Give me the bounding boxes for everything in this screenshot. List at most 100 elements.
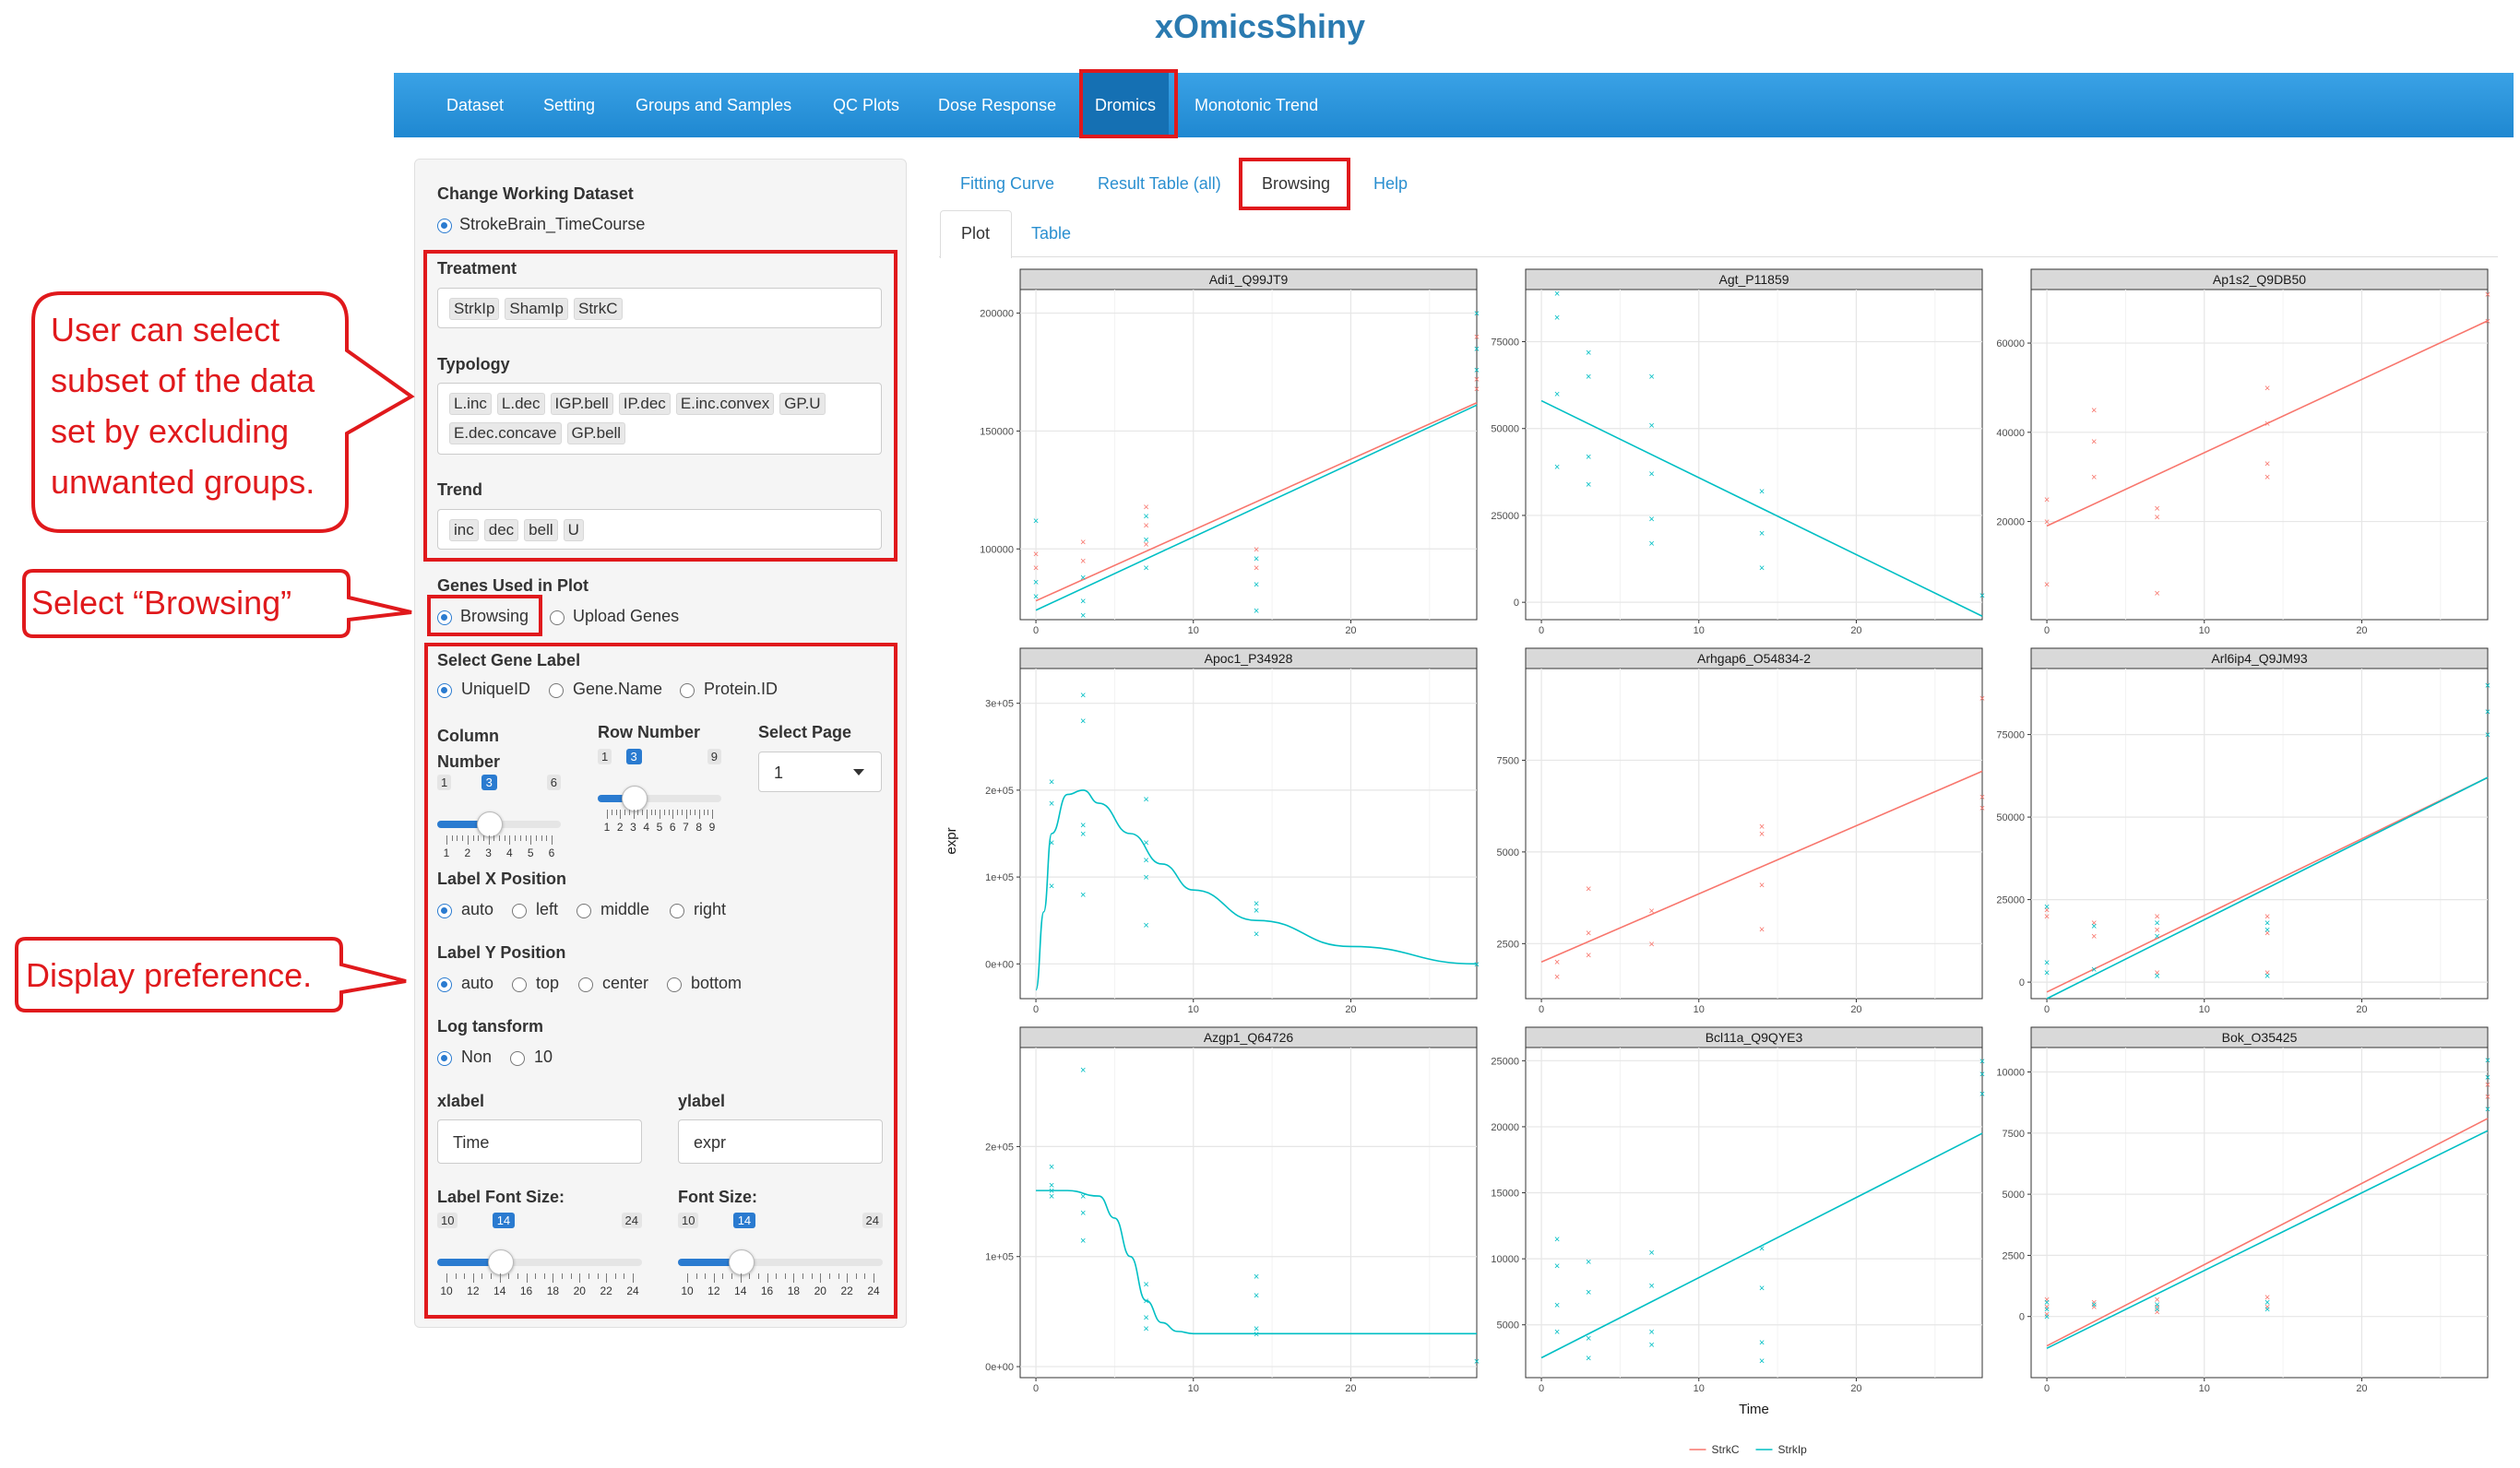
slider-tick-label: 14 — [734, 1284, 747, 1297]
y-tick-label: 25000 — [1491, 1056, 1519, 1067]
chip-typology-5[interactable]: GP.U — [779, 393, 826, 415]
data-point-strkip: × — [1080, 1191, 1086, 1202]
chip-typology-3[interactable]: IP.dec — [618, 393, 671, 415]
ylabel-label: ylabel — [678, 1092, 726, 1110]
chip-typology-6[interactable]: E.dec.concave — [449, 422, 562, 444]
nav-dataset[interactable]: Dataset — [446, 73, 504, 137]
data-point-strkip: × — [1648, 1248, 1654, 1259]
chip-treatment-0[interactable]: StrkIp — [449, 298, 500, 320]
slider-tick — [776, 1273, 778, 1279]
ylabel-value: expr — [694, 1133, 727, 1152]
slider-tick — [526, 1273, 528, 1283]
tab-result-table[interactable]: Result Table (all) — [1098, 174, 1221, 194]
data-point-strkc: × — [1254, 563, 1259, 574]
slider-tick — [543, 1273, 545, 1279]
upload-genes-radio[interactable] — [550, 610, 565, 625]
x-tick-label: 20 — [1345, 625, 1356, 636]
data-point-strkip: × — [1586, 1287, 1591, 1298]
subtab-plot[interactable]: Plot — [961, 224, 990, 243]
slider-tick — [535, 835, 537, 841]
uniqueid-radio[interactable] — [437, 683, 452, 698]
slider-tick — [713, 1273, 715, 1283]
nav-dose-response[interactable]: Dose Response — [938, 73, 1056, 137]
slider-tick — [757, 1273, 759, 1279]
xlabel-input[interactable]: Time — [437, 1119, 642, 1164]
callout-subset-line1: User can select — [51, 311, 280, 349]
y-tick-label: 5000 — [2003, 1190, 2025, 1201]
panel-area — [2030, 289, 2489, 621]
x-tick-label: 0 — [1033, 1004, 1039, 1015]
trend-select[interactable]: inc dec bell U — [437, 509, 882, 550]
data-point-strkc: × — [1979, 693, 1985, 704]
browsing-radio[interactable] — [437, 610, 452, 625]
nav-dromics[interactable]: Dromics — [1082, 73, 1169, 137]
data-point-strkip: × — [1080, 610, 1086, 622]
subtab-table[interactable]: Table — [1031, 224, 1071, 243]
label-x-auto-radio[interactable] — [437, 904, 452, 918]
x-tick-label: 20 — [1850, 1383, 1861, 1394]
chevron-down-icon — [853, 769, 864, 775]
chip-typology-4[interactable]: E.inc.convex — [675, 393, 775, 415]
label-y-auto-radio[interactable] — [437, 977, 452, 992]
data-point-strkc: × — [1648, 906, 1654, 918]
log-10-radio[interactable] — [510, 1051, 525, 1066]
slider-tick — [488, 835, 490, 845]
y-tick-label: 2e+05 — [985, 1142, 1014, 1153]
tab-browsing[interactable]: Browsing — [1262, 174, 1330, 194]
slider-thumb[interactable] — [728, 1249, 755, 1275]
chip-trend-2[interactable]: bell — [524, 519, 558, 541]
chip-typology-2[interactable]: IGP.bell — [550, 393, 613, 415]
slider-tick — [793, 1273, 795, 1283]
panel-title: Adi1_Q99JT9 — [1209, 272, 1289, 287]
protein-id-radio[interactable] — [680, 683, 695, 698]
label-x-right-radio[interactable] — [670, 904, 684, 918]
nav-groups-and-samples[interactable]: Groups and Samples — [636, 73, 791, 137]
y-tick-label: 0e+00 — [985, 959, 1014, 970]
chip-typology-0[interactable]: L.inc — [449, 393, 492, 415]
nav-monotonic-trend[interactable]: Monotonic Trend — [1195, 73, 1318, 137]
label-x-left-radio[interactable] — [512, 904, 527, 918]
font-size-slider[interactable]: 10 24 14 10 12 14 16 18 20 22 24 — [678, 1213, 883, 1305]
label-x-middle-radio[interactable] — [577, 904, 591, 918]
data-point-strkip: × — [2091, 965, 2097, 976]
slider-thumb[interactable] — [476, 811, 503, 837]
select-page-dropdown[interactable]: 1 — [758, 752, 882, 792]
dataset-radio[interactable] — [437, 219, 452, 233]
nav-setting[interactable]: Setting — [543, 73, 595, 137]
chip-trend-3[interactable]: U — [563, 519, 584, 541]
slider-tick — [646, 810, 648, 819]
chip-typology-7[interactable]: GP.bell — [566, 422, 626, 444]
legend-label-strkip: StrkIp — [1778, 1443, 1808, 1456]
label-font-size-slider[interactable]: 10 24 14 10 12 14 16 18 20 22 24 — [437, 1213, 642, 1305]
chip-typology-1[interactable]: L.dec — [496, 393, 545, 415]
chip-trend-0[interactable]: inc — [449, 519, 479, 541]
nav-qc-plots[interactable]: QC Plots — [833, 73, 899, 137]
label-y-bottom-radio[interactable] — [667, 977, 682, 992]
chip-trend-1[interactable]: dec — [483, 519, 519, 541]
x-tick-label: 0 — [1539, 625, 1544, 636]
gene-name-radio[interactable] — [549, 683, 564, 698]
slider-tick — [499, 835, 500, 841]
chip-treatment-1[interactable]: ShamIp — [505, 298, 568, 320]
label-y-top-radio[interactable] — [512, 977, 527, 992]
chip-treatment-2[interactable]: StrkC — [574, 298, 623, 320]
label-y-center-radio[interactable] — [578, 977, 593, 992]
typology-select[interactable]: L.inc L.dec IGP.bell IP.dec E.inc.convex GP.U… — [437, 383, 882, 455]
tab-help[interactable]: Help — [1373, 174, 1408, 194]
data-point-strkip: × — [2154, 918, 2159, 929]
slider-tick-label: 5 — [656, 821, 663, 834]
row-number-slider[interactable]: 193123456789 — [598, 749, 721, 841]
slider-thumb[interactable] — [487, 1249, 514, 1275]
column-number-slider[interactable]: 1 6 3 1 2 3 4 5 6 — [437, 775, 561, 867]
x-tick-label: 10 — [1694, 625, 1705, 636]
y-tick-label: 50000 — [1491, 424, 1519, 435]
slider-ticks — [437, 1273, 642, 1283]
tab-fitting-curve[interactable]: Fitting Curve — [960, 174, 1054, 194]
slider-thumb[interactable] — [621, 786, 648, 811]
log-non-radio[interactable] — [437, 1051, 452, 1066]
data-point-strkip: × — [1554, 1235, 1560, 1246]
slider-tick-label: 1 — [443, 846, 450, 859]
treatment-select[interactable]: StrkIp ShamIp StrkC — [437, 288, 882, 328]
slider-tick — [546, 835, 548, 841]
ylabel-input[interactable]: expr — [678, 1119, 883, 1164]
